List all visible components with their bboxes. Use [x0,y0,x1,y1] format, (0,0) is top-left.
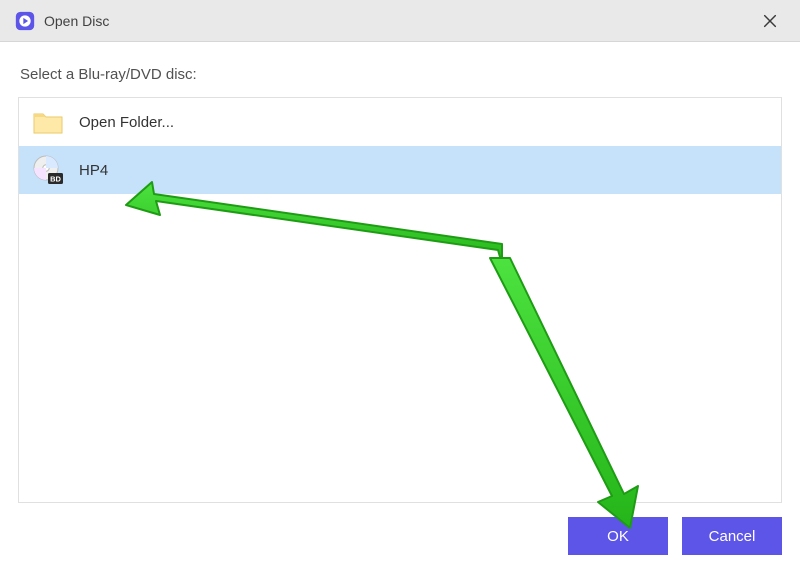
disc-list[interactable]: Open Folder... BD HP4 [18,97,782,503]
bd-disc-icon: BD [31,153,65,187]
list-item-label: HP4 [79,162,108,179]
open-disc-dialog: Open Disc Select a Blu-ray/DVD disc: Ope… [0,0,800,569]
dialog-body: Select a Blu-ray/DVD disc: Open Folder..… [0,42,800,569]
list-item-hp4[interactable]: BD HP4 [19,146,781,194]
close-button[interactable] [752,3,788,39]
list-item-open-folder[interactable]: Open Folder... [19,98,781,146]
list-item-label: Open Folder... [79,114,174,131]
ok-button[interactable]: OK [568,517,668,555]
svg-text:BD: BD [50,174,61,183]
cancel-button[interactable]: Cancel [682,517,782,555]
window-title: Open Disc [44,13,109,29]
folder-icon [31,105,65,139]
dialog-buttons: OK Cancel [18,503,782,555]
app-icon [14,10,36,32]
prompt-text: Select a Blu-ray/DVD disc: [20,66,782,83]
close-icon [762,13,778,29]
titlebar: Open Disc [0,0,800,42]
